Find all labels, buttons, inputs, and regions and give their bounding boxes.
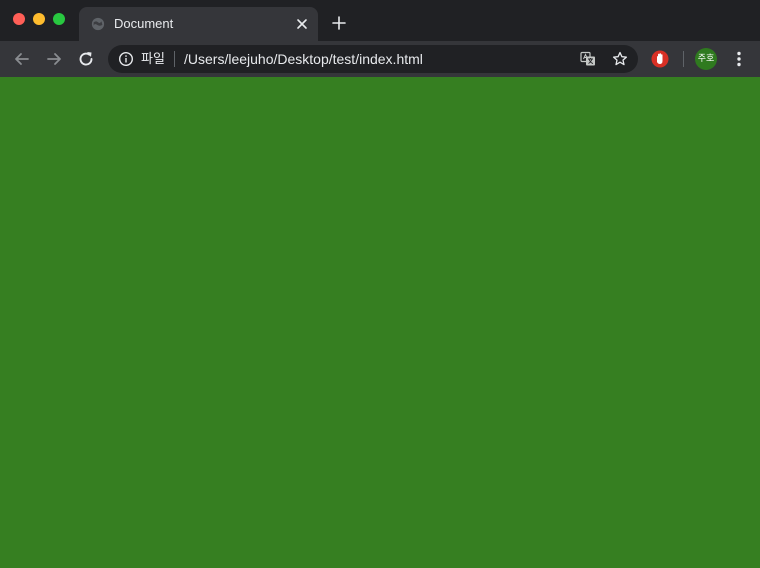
minimize-window-button[interactable]	[33, 13, 45, 25]
scheme-label: 파일	[141, 51, 165, 66]
tab-title: Document	[114, 16, 174, 31]
omnibox-divider	[174, 51, 175, 67]
address-bar[interactable]: 파일 /Users/leejuho/Desktop/test/index.htm…	[108, 45, 638, 73]
profile-avatar[interactable]: 주호	[695, 48, 717, 70]
toolbar: 파일 /Users/leejuho/Desktop/test/index.htm…	[0, 41, 760, 77]
close-window-button[interactable]	[13, 13, 25, 25]
browser-window: Document 파일 /Users/leejuho/Desktop/test/…	[0, 0, 760, 568]
star-icon[interactable]	[612, 51, 628, 67]
kebab-menu-icon[interactable]	[729, 49, 749, 69]
zoom-window-button[interactable]	[53, 13, 65, 25]
close-icon[interactable]	[294, 16, 310, 32]
info-icon[interactable]	[118, 51, 134, 67]
new-tab-button[interactable]	[331, 15, 347, 31]
globe-icon	[91, 17, 105, 31]
reload-button[interactable]	[76, 49, 96, 69]
forward-button[interactable]	[44, 49, 64, 69]
tab-strip: Document	[0, 0, 760, 41]
translate-icon[interactable]	[580, 51, 596, 67]
page-content	[0, 77, 760, 568]
url-text[interactable]: /Users/leejuho/Desktop/test/index.html	[184, 51, 423, 67]
tab-document[interactable]: Document	[79, 7, 318, 41]
hand-stop-icon[interactable]	[651, 50, 669, 68]
back-button[interactable]	[12, 49, 32, 69]
toolbar-divider	[683, 51, 684, 67]
